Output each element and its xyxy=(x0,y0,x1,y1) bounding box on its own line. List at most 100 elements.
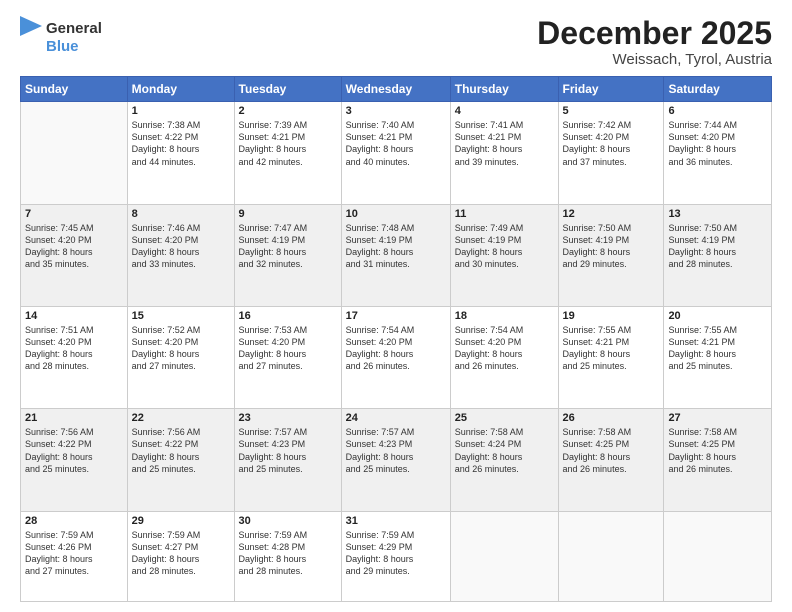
day-info: Sunrise: 7:49 AMSunset: 4:19 PMDaylight:… xyxy=(455,222,554,271)
table-row: 5 Sunrise: 7:42 AMSunset: 4:20 PMDaylight… xyxy=(558,102,664,204)
logo: General Blue xyxy=(20,16,102,59)
day-info: Sunrise: 7:52 AMSunset: 4:20 PMDaylight:… xyxy=(132,324,230,373)
day-number: 30 xyxy=(239,515,337,527)
table-row: 26Sunrise: 7:58 AMSunset: 4:25 PMDayligh… xyxy=(558,409,664,511)
table-row xyxy=(450,511,558,601)
location-subtitle: Weissach, Tyrol, Austria xyxy=(537,51,772,68)
calendar-week-row: 21Sunrise: 7:56 AMSunset: 4:22 PMDayligh… xyxy=(21,409,772,511)
day-number: 20 xyxy=(668,310,767,322)
day-number: 23 xyxy=(239,412,337,424)
day-info: Sunrise: 7:54 AMSunset: 4:20 PMDaylight:… xyxy=(346,324,446,373)
table-row: 17 Sunrise: 7:54 AMSunset: 4:20 PMDayligh… xyxy=(341,306,450,408)
table-row: 15 Sunrise: 7:52 AMSunset: 4:20 PMDayligh… xyxy=(127,306,234,408)
day-number: 6 xyxy=(668,105,767,117)
table-row: 20 Sunrise: 7:55 AMSunset: 4:21 PMDayligh… xyxy=(664,306,772,408)
day-number: 24 xyxy=(346,412,446,424)
day-number: 22 xyxy=(132,412,230,424)
table-row: 31Sunrise: 7:59 AMSunset: 4:29 PMDayligh… xyxy=(341,511,450,601)
day-number: 31 xyxy=(346,515,446,527)
table-row: 7 Sunrise: 7:45 AMSunset: 4:20 PMDaylight… xyxy=(21,204,128,306)
table-row: 10 Sunrise: 7:48 AMSunset: 4:19 PMDayligh… xyxy=(341,204,450,306)
day-number: 10 xyxy=(346,208,446,220)
day-info: Sunrise: 7:51 AMSunset: 4:20 PMDaylight:… xyxy=(25,324,123,373)
table-row: 30 Sunrise: 7:59 AMSunset: 4:28 PMDayligh… xyxy=(234,511,341,601)
day-number: 14 xyxy=(25,310,123,322)
day-info: Sunrise: 7:40 AMSunset: 4:21 PMDaylight:… xyxy=(346,119,446,168)
day-info: Sunrise: 7:59 AMSunset: 4:28 PMDaylight:… xyxy=(239,529,337,578)
page-container: General Blue December 2025 Weissach, Tyr… xyxy=(0,0,792,612)
day-info: Sunrise: 7:50 AMSunset: 4:19 PMDaylight:… xyxy=(668,222,767,271)
table-row: 18Sunrise: 7:54 AMSunset: 4:20 PMDayligh… xyxy=(450,306,558,408)
day-number: 7 xyxy=(25,208,123,220)
table-row: 6 Sunrise: 7:44 AMSunset: 4:20 PMDaylight… xyxy=(664,102,772,204)
day-number: 17 xyxy=(346,310,446,322)
day-info: Sunrise: 7:55 AMSunset: 4:21 PMDaylight:… xyxy=(563,324,660,373)
col-monday: Monday xyxy=(127,77,234,102)
table-row: 19Sunrise: 7:55 AMSunset: 4:21 PMDayligh… xyxy=(558,306,664,408)
table-row: 8Sunrise: 7:46 AMSunset: 4:20 PMDaylight… xyxy=(127,204,234,306)
col-wednesday: Wednesday xyxy=(341,77,450,102)
day-info: Sunrise: 7:45 AMSunset: 4:20 PMDaylight:… xyxy=(25,222,123,271)
title-block: December 2025 Weissach, Tyrol, Austria xyxy=(537,16,772,68)
day-info: Sunrise: 7:54 AMSunset: 4:20 PMDaylight:… xyxy=(455,324,554,373)
day-info: Sunrise: 7:41 AMSunset: 4:21 PMDaylight:… xyxy=(455,119,554,168)
table-row: 28Sunrise: 7:59 AMSunset: 4:26 PMDayligh… xyxy=(21,511,128,601)
day-info: Sunrise: 7:50 AMSunset: 4:19 PMDaylight:… xyxy=(563,222,660,271)
day-number: 13 xyxy=(668,208,767,220)
day-info: Sunrise: 7:47 AMSunset: 4:19 PMDaylight:… xyxy=(239,222,337,271)
table-row: 24 Sunrise: 7:57 AMSunset: 4:23 PMDayligh… xyxy=(341,409,450,511)
day-info: Sunrise: 7:53 AMSunset: 4:20 PMDaylight:… xyxy=(239,324,337,373)
day-number: 1 xyxy=(132,105,230,117)
table-row: 2 Sunrise: 7:39 AMSunset: 4:21 PMDaylight… xyxy=(234,102,341,204)
day-info: Sunrise: 7:42 AMSunset: 4:20 PMDaylight:… xyxy=(563,119,660,168)
col-tuesday: Tuesday xyxy=(234,77,341,102)
day-number: 2 xyxy=(239,105,337,117)
day-info: Sunrise: 7:39 AMSunset: 4:21 PMDaylight:… xyxy=(239,119,337,168)
col-friday: Friday xyxy=(558,77,664,102)
calendar-table: Sunday Monday Tuesday Wednesday Thursday… xyxy=(20,76,772,602)
day-number: 16 xyxy=(239,310,337,322)
table-row: 1 Sunrise: 7:38 AMSunset: 4:22 PMDaylight… xyxy=(127,102,234,204)
day-number: 4 xyxy=(455,105,554,117)
table-row: 14 Sunrise: 7:51 AMSunset: 4:20 PMDayligh… xyxy=(21,306,128,408)
col-saturday: Saturday xyxy=(664,77,772,102)
table-row: 27Sunrise: 7:58 AMSunset: 4:25 PMDayligh… xyxy=(664,409,772,511)
table-row xyxy=(21,102,128,204)
day-number: 3 xyxy=(346,105,446,117)
day-number: 11 xyxy=(455,208,554,220)
day-info: Sunrise: 7:44 AMSunset: 4:20 PMDaylight:… xyxy=(668,119,767,168)
table-row: 16 Sunrise: 7:53 AMSunset: 4:20 PMDayligh… xyxy=(234,306,341,408)
calendar-header-row: Sunday Monday Tuesday Wednesday Thursday… xyxy=(21,77,772,102)
table-row: 23 Sunrise: 7:57 AMSunset: 4:23 PMDayligh… xyxy=(234,409,341,511)
month-title: December 2025 xyxy=(537,16,772,51)
logo-general: General xyxy=(46,20,102,38)
table-row: 22 Sunrise: 7:56 AMSunset: 4:22 PMDayligh… xyxy=(127,409,234,511)
day-number: 5 xyxy=(563,105,660,117)
calendar-week-row: 14 Sunrise: 7:51 AMSunset: 4:20 PMDayligh… xyxy=(21,306,772,408)
table-row: 4 Sunrise: 7:41 AMSunset: 4:21 PMDaylight… xyxy=(450,102,558,204)
page-header: General Blue December 2025 Weissach, Tyr… xyxy=(20,16,772,68)
table-row: 12 Sunrise: 7:50 AMSunset: 4:19 PMDayligh… xyxy=(558,204,664,306)
day-info: Sunrise: 7:57 AMSunset: 4:23 PMDaylight:… xyxy=(346,426,446,475)
day-number: 27 xyxy=(668,412,767,424)
day-info: Sunrise: 7:59 AMSunset: 4:26 PMDaylight:… xyxy=(25,529,123,578)
day-info: Sunrise: 7:56 AMSunset: 4:22 PMDaylight:… xyxy=(132,426,230,475)
table-row: 13 Sunrise: 7:50 AMSunset: 4:19 PMDayligh… xyxy=(664,204,772,306)
logo-triangle-icon xyxy=(20,16,42,54)
table-row: 29Sunrise: 7:59 AMSunset: 4:27 PMDayligh… xyxy=(127,511,234,601)
table-row: 21Sunrise: 7:56 AMSunset: 4:22 PMDayligh… xyxy=(21,409,128,511)
day-info: Sunrise: 7:38 AMSunset: 4:22 PMDaylight:… xyxy=(132,119,230,168)
day-number: 12 xyxy=(563,208,660,220)
day-info: Sunrise: 7:57 AMSunset: 4:23 PMDaylight:… xyxy=(239,426,337,475)
day-number: 26 xyxy=(563,412,660,424)
day-info: Sunrise: 7:55 AMSunset: 4:21 PMDaylight:… xyxy=(668,324,767,373)
day-info: Sunrise: 7:56 AMSunset: 4:22 PMDaylight:… xyxy=(25,426,123,475)
day-number: 25 xyxy=(455,412,554,424)
table-row xyxy=(664,511,772,601)
day-number: 15 xyxy=(132,310,230,322)
table-row: 3 Sunrise: 7:40 AMSunset: 4:21 PMDaylight… xyxy=(341,102,450,204)
day-info: Sunrise: 7:48 AMSunset: 4:19 PMDaylight:… xyxy=(346,222,446,271)
col-sunday: Sunday xyxy=(21,77,128,102)
table-row: 11 Sunrise: 7:49 AMSunset: 4:19 PMDayligh… xyxy=(450,204,558,306)
col-thursday: Thursday xyxy=(450,77,558,102)
